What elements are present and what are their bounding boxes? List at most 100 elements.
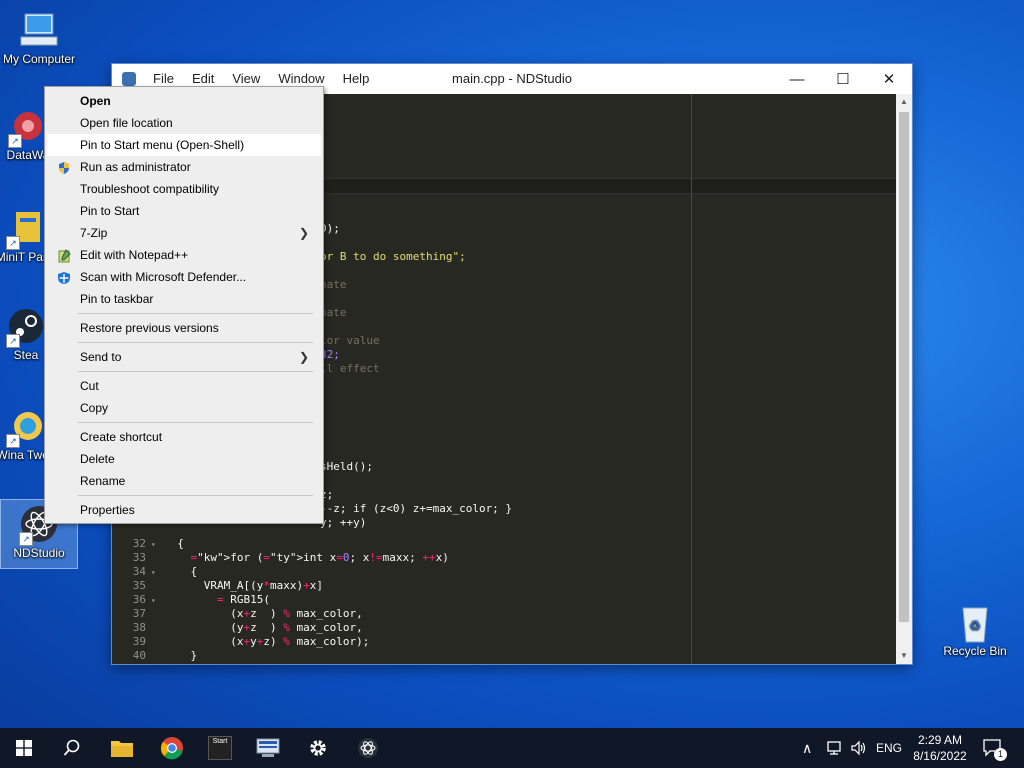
shortcut-arrow-icon: ↗ [6, 236, 20, 250]
show-hidden-icons-chevron[interactable]: ∧ [802, 728, 812, 768]
desktop-icon-label: Recycle Bin [943, 644, 1007, 658]
desktop-icon-label: Stea [13, 348, 39, 362]
desktop-icon-label: NDStudio [13, 546, 65, 560]
volume-icon[interactable] [850, 728, 868, 768]
menu-help[interactable]: Help [334, 64, 379, 94]
scroll-down-icon[interactable]: ▼ [896, 648, 912, 664]
menu-item-send-to[interactable]: Send to ❯ [47, 346, 321, 368]
code-text: (x+y+z) % max_color); [164, 635, 370, 648]
language-indicator[interactable]: ENG [876, 728, 902, 768]
start-button[interactable] [0, 728, 48, 768]
scroll-up-icon[interactable]: ▲ [896, 94, 912, 110]
menu-item-rename[interactable]: Rename [47, 470, 321, 492]
scroll-thumb[interactable] [899, 112, 909, 622]
code-text: } [164, 649, 198, 662]
minitool-icon: ↗ [6, 208, 46, 250]
clock-time: 2:29 AM [917, 733, 963, 747]
code-text: ="kw">for (="ty">int x=0; x!=maxx; ++x) [190, 551, 449, 564]
recycle-bin-icon: ♻ [955, 602, 995, 643]
line-number: 35 [132, 579, 146, 592]
chrome-icon[interactable] [148, 728, 196, 768]
desktop-icon-recycle-bin[interactable]: ♻ Recycle Bin [937, 602, 1013, 658]
line-number: 41 [112, 663, 146, 664]
clock[interactable]: 2:29 AM 8/16/2022 [910, 728, 970, 768]
code-line: 35 VRAM_A[(y*maxx)+x] [112, 579, 323, 593]
taskbar: Start ∧ ENG 2:29 AM 8/16/2022 1 [0, 728, 1024, 768]
menu-item-open[interactable]: Open [47, 90, 321, 112]
menu-item-copy[interactable]: Copy [47, 397, 321, 419]
code-line: 32 ▾ { [112, 537, 184, 551]
code-fragment: --z; if (z<0) z+=max_color; } [320, 502, 513, 515]
line-number: 39 [132, 635, 146, 648]
menu-separator [78, 342, 313, 343]
code-fragment: or B to do something"; [320, 250, 466, 263]
shield-icon [57, 160, 71, 174]
menu-separator [78, 495, 313, 496]
chevron-right-icon: ❯ [298, 226, 309, 240]
code-line: 39 (x+y+z) % max_color); [112, 635, 370, 649]
line-number: 38 [132, 621, 146, 634]
vertical-scrollbar[interactable]: ▲ ▼ [896, 94, 912, 664]
chevron-up-icon[interactable]: ∧ [802, 740, 812, 757]
desktop-icon-my-computer[interactable]: My Computer [1, 10, 77, 66]
fold-marker-icon[interactable]: ▾ [146, 594, 156, 608]
desktop-icon-label: My Computer [2, 52, 76, 66]
chevron-right-icon: ❯ [298, 350, 309, 364]
app-icon [122, 72, 136, 86]
file-explorer-icon[interactable] [98, 728, 146, 768]
start-app-icon[interactable]: Start [196, 728, 244, 768]
line-number: 32 [132, 537, 146, 550]
shortcut-arrow-icon: ↗ [6, 434, 20, 448]
context-menu: Open Open file location Pin to Start men… [44, 86, 324, 524]
menu-item-edit-with-notepad[interactable]: Edit with Notepad++ [47, 244, 321, 266]
menu-separator [78, 371, 313, 372]
code-fragment: lor value [320, 334, 380, 347]
menu-item-open-file-location[interactable]: Open file location [47, 112, 321, 134]
close-button[interactable]: ✕ [866, 64, 912, 94]
line-number: 34 [132, 565, 146, 578]
menu-item-troubleshoot-compatibility[interactable]: Troubleshoot compatibility [47, 178, 321, 200]
menu-separator [78, 422, 313, 423]
code-line: 37 (x+z ) % max_color, [112, 607, 363, 621]
menu-item-create-shortcut[interactable]: Create shortcut [47, 426, 321, 448]
maximize-button[interactable]: ☐ [820, 64, 866, 94]
menu-item-properties[interactable]: Properties [47, 499, 321, 521]
code-line: 34 ▾ { [112, 565, 197, 579]
ndstudio-icon[interactable] [344, 728, 392, 768]
menu-separator [78, 313, 313, 314]
menu-item-run-as-administrator[interactable]: Run as administrator [47, 156, 321, 178]
notification-center-icon[interactable]: 1 [982, 728, 1007, 768]
menu-item-cut[interactable]: Cut [47, 375, 321, 397]
code-text: VRAM_A[(y*maxx)+x] [164, 579, 323, 592]
minimize-button[interactable]: — [774, 64, 820, 94]
code-fragment: sHeld(); [320, 460, 373, 473]
line-number: 37 [132, 607, 146, 620]
network-app-icon[interactable] [244, 728, 292, 768]
notification-count-badge: 1 [994, 748, 1007, 761]
menu-item-delete[interactable]: Delete [47, 448, 321, 470]
line-number: 40 [132, 649, 146, 662]
computer-icon [19, 10, 59, 50]
code-text: (x+z ) % max_color, [164, 607, 363, 620]
menu-item-restore-previous-versions[interactable]: Restore previous versions [47, 317, 321, 339]
menu-item-7zip[interactable]: 7-Zip ❯ [47, 222, 321, 244]
code-line: 33 ="kw">for (="ty">int x=0; x!=maxx; ++… [112, 551, 449, 565]
fold-marker-icon[interactable]: ▾ [146, 538, 156, 552]
windows-logo-icon [16, 740, 32, 756]
line-number: 36 [132, 593, 146, 606]
menu-item-pin-to-taskbar[interactable]: Pin to taskbar [47, 288, 321, 310]
shortcut-arrow-icon: ↗ [6, 334, 20, 348]
code-text: } [164, 663, 184, 664]
menu-item-pin-to-start[interactable]: Pin to Start [47, 200, 321, 222]
menu-item-scan-with-defender[interactable]: Scan with Microsoft Defender... [47, 266, 321, 288]
code-line: 36 ▾ = RGB15( [112, 593, 270, 607]
svg-text:♻: ♻ [969, 618, 981, 633]
search-icon[interactable] [48, 728, 96, 768]
code-line: 38 (y+z ) % max_color, [112, 621, 363, 635]
menu-item-pin-to-start-open-shell[interactable]: Pin to Start menu (Open-Shell) [47, 134, 321, 156]
defender-icon [57, 270, 71, 284]
network-icon[interactable] [826, 728, 844, 768]
code-line: 41 } [112, 663, 184, 664]
settings-icon[interactable] [294, 728, 342, 768]
fold-marker-icon[interactable]: ▾ [146, 566, 156, 580]
